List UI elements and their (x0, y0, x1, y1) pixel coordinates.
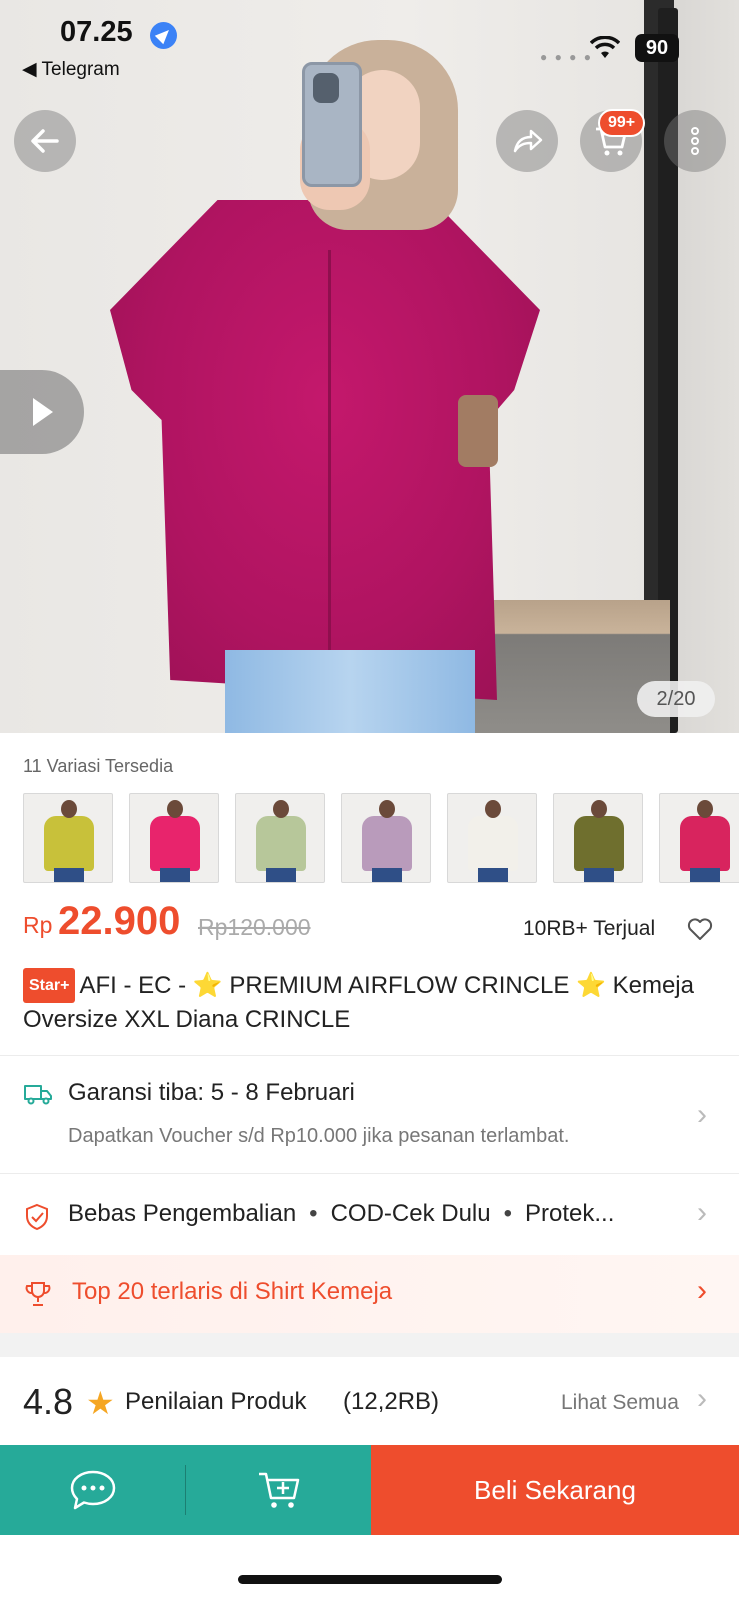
play-icon (33, 398, 53, 426)
thumb-jeans (160, 868, 190, 882)
add-to-cart-icon (258, 1472, 299, 1508)
thumb-shirt (574, 816, 624, 871)
status-time: 07.25 (60, 16, 133, 48)
thumb-model-head (485, 800, 501, 818)
thumb-jeans (54, 868, 84, 882)
sold-count: 10RB+ Terjual (523, 917, 656, 940)
services-list: Bebas Pengembalian • COD-Cek Dulu • Protek..… (68, 1200, 614, 1228)
thumb-shirt (362, 816, 412, 871)
cart-count-badge: 99+ (598, 109, 646, 137)
chevron-right-icon: › (697, 1274, 707, 1307)
battery-indicator: 90 (635, 34, 679, 62)
service-cod: COD-Cek Dulu (330, 1200, 491, 1227)
chevron-right-icon: › (697, 1196, 707, 1229)
shield-check-icon (26, 1203, 48, 1231)
thumb-model-head (379, 800, 395, 818)
thumb-model-head (273, 800, 289, 818)
buy-now-button[interactable]: Beli Sekarang (371, 1445, 739, 1535)
star-icon: ★ (86, 1385, 115, 1421)
thumb-jeans (478, 868, 508, 882)
heart-icon[interactable] (686, 915, 714, 943)
bag (458, 395, 498, 467)
thumb-shirt (150, 816, 200, 871)
share-button[interactable] (496, 110, 558, 172)
more-vertical-icon (691, 127, 699, 155)
rating-label: Penilaian Produk (125, 1388, 307, 1415)
back-button[interactable] (14, 110, 76, 172)
variation-thumbnail[interactable] (23, 793, 113, 883)
thumb-shirt (468, 816, 518, 871)
add-to-cart-button[interactable] (186, 1445, 371, 1535)
jeans (225, 650, 475, 733)
rating-score: 4.8 (23, 1381, 74, 1422)
home-indicator[interactable] (238, 1575, 502, 1584)
back-to-app-link[interactable]: ◀ Telegram (22, 58, 120, 81)
truck-icon (24, 1085, 52, 1105)
chat-button[interactable] (0, 1445, 185, 1535)
separator-dot: • (503, 1200, 513, 1227)
variations-title: 11 Variasi Tersedia (23, 756, 174, 776)
variation-thumbnail[interactable] (129, 793, 219, 883)
variation-thumbnail[interactable] (659, 793, 739, 883)
wifi-icon (590, 36, 620, 58)
divider (0, 1055, 739, 1056)
guarantee-title: Garansi tiba: 5 - 8 Februari (68, 1079, 355, 1106)
thumb-jeans (372, 868, 402, 882)
service-free-return: Bebas Pengembalian (68, 1200, 297, 1227)
variation-thumbnail[interactable] (553, 793, 643, 883)
variation-thumbnail[interactable] (341, 793, 431, 883)
share-icon (513, 129, 543, 153)
thumb-jeans (690, 868, 720, 882)
thumb-model-head (697, 800, 713, 818)
chevron-right-icon: › (697, 1382, 707, 1415)
section-gap (0, 1333, 739, 1357)
trophy-icon (25, 1282, 51, 1306)
arrow-left-icon (31, 129, 59, 153)
thumb-shirt (680, 816, 730, 871)
image-page-indicator: 2/20 (637, 681, 715, 717)
separator-dot: • (309, 1200, 318, 1227)
play-video-button[interactable] (0, 370, 84, 454)
thumb-shirt (44, 816, 94, 871)
bottom-action-bar: Beli Sekarang (0, 1445, 739, 1535)
price-original: Rp120.000 (198, 914, 311, 940)
thumb-model-head (167, 800, 183, 818)
ranking-text: Top 20 terlaris di Shirt Kemeja (72, 1278, 393, 1305)
price-currency: Rp (23, 912, 53, 938)
divider (0, 1173, 739, 1174)
variation-thumbnail[interactable] (447, 793, 537, 883)
chat-icon (70, 1470, 115, 1510)
button-separator (185, 1445, 186, 1535)
chevron-right-icon: › (697, 1098, 707, 1131)
price-current: 22.900 (58, 899, 181, 943)
variation-thumbnail[interactable] (235, 793, 325, 883)
thumb-shirt (256, 816, 306, 871)
location-arrow-icon (150, 22, 177, 49)
product-title-block: Star+ AFI - EC - ⭐ PREMIUM AIRFLOW CRINCL… (23, 968, 723, 1036)
star-plus-badge: Star+ (23, 968, 76, 1003)
service-protection: Protek... (525, 1200, 615, 1227)
product-title: AFI - EC - ⭐ PREMIUM AIRFLOW CRINCLE ⭐ K… (23, 972, 694, 1033)
shirt-placket (328, 250, 331, 650)
guarantee-subtitle: Dapatkan Voucher s/d Rp10.000 jika pesan… (68, 1125, 570, 1147)
rating-count: (12,2RB) (343, 1388, 440, 1415)
phone (302, 62, 362, 187)
thumb-jeans (584, 868, 614, 882)
thumb-jeans (266, 868, 296, 882)
thumb-model-head (61, 800, 77, 818)
see-all-link[interactable]: Lihat Semua (561, 1391, 679, 1415)
more-options-button[interactable] (664, 110, 726, 172)
thumb-model-head (591, 800, 607, 818)
signal-icon: ● ● ● ● (540, 50, 593, 64)
variation-thumbnails[interactable] (23, 793, 739, 883)
